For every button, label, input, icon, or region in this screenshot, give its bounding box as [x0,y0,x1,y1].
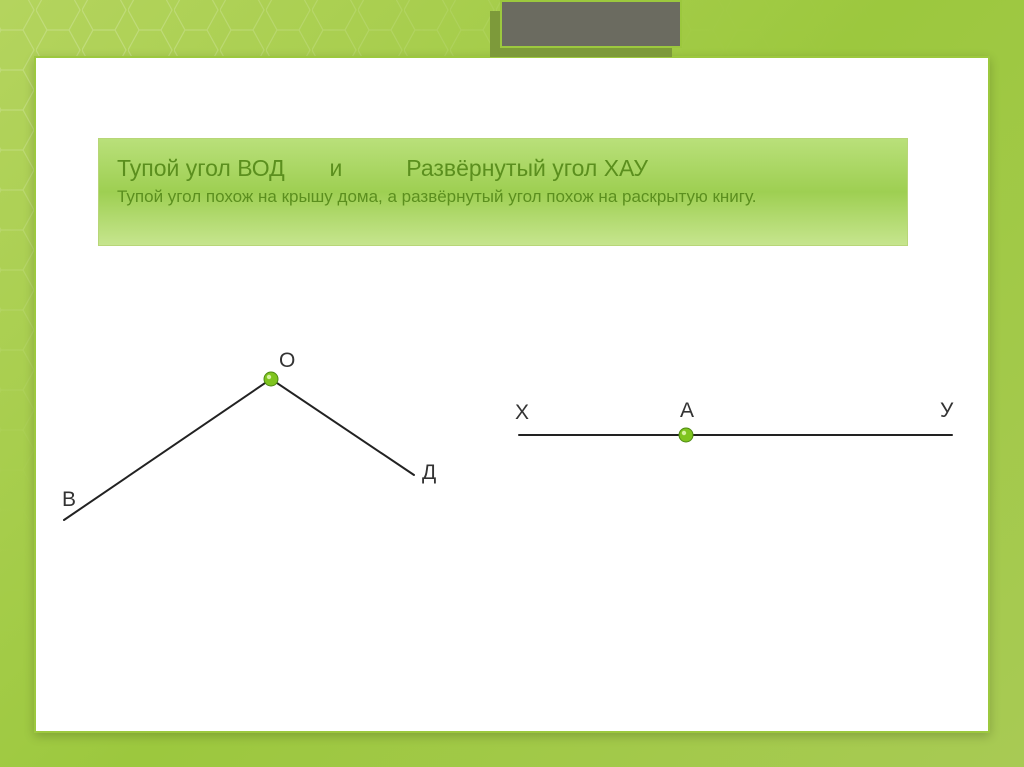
title-part2: Развёрнутый угол ХАУ [406,155,648,181]
title-sub: Тупой угол похож на крышу дома, а развёр… [117,186,889,209]
svg-text:Д: Д [422,461,436,484]
angles-svg: О В Д А Х У [34,300,990,700]
title-box: Тупой угол ВОД и Развёрнутый угол ХАУ Ту… [98,138,908,246]
svg-text:У: У [940,399,954,422]
title-conj: и [330,155,343,181]
svg-text:А: А [680,399,694,422]
diagram-area: О В Д А Х У [34,300,990,733]
title-line: Тупой угол ВОД и Развёрнутый угол ХАУ [117,153,889,184]
svg-text:О: О [279,349,295,372]
svg-text:Х: Х [515,401,529,424]
title-part1: Тупой угол ВОД [117,155,285,181]
header-tab [500,0,682,48]
svg-text:В: В [62,488,76,511]
